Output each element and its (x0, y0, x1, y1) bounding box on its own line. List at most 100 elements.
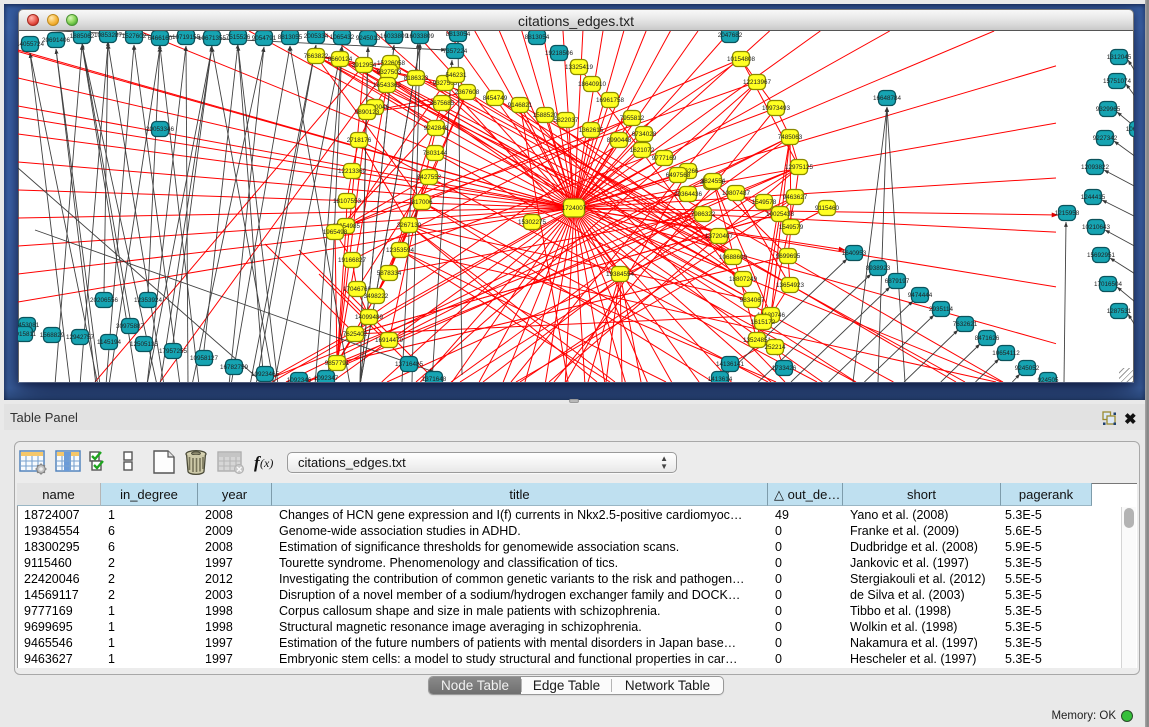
svg-text:2935114: 2935114 (929, 306, 954, 313)
svg-text:9857791: 9857791 (325, 360, 350, 367)
svg-text:6879197: 6879197 (885, 278, 910, 285)
svg-text:1413614: 1413614 (708, 376, 733, 382)
svg-text:19218506: 19218506 (545, 50, 574, 57)
svg-text:9245013: 9245013 (356, 35, 381, 42)
svg-text:14136141: 14136141 (716, 361, 745, 368)
svg-text:7803144: 7803144 (423, 150, 448, 157)
svg-text:10923465: 10923465 (251, 371, 280, 378)
svg-text:9329965: 9329965 (1096, 106, 1121, 113)
svg-text:1064877: 1064877 (1126, 126, 1134, 133)
svg-text:1092346: 1092346 (287, 377, 312, 382)
svg-text:12975125: 12975125 (785, 164, 814, 171)
svg-text:9245052: 9245052 (1015, 365, 1040, 372)
svg-text:10958127: 10958127 (190, 355, 219, 362)
svg-text:10807487: 10807487 (722, 190, 751, 197)
svg-text:1724007: 1724007 (562, 205, 587, 212)
svg-text:2047682: 2047682 (718, 32, 743, 39)
svg-text:19384554: 19384554 (606, 271, 635, 278)
svg-text:13720407: 13720407 (705, 233, 734, 240)
svg-text:(x): (x) (260, 456, 273, 470)
svg-text:16782759: 16782759 (220, 364, 249, 371)
svg-text:1092347: 1092347 (314, 375, 339, 382)
svg-text:10654112: 10654112 (992, 350, 1020, 357)
svg-text:8813054: 8813054 (446, 31, 471, 38)
svg-text:1733426: 1733426 (772, 365, 797, 372)
svg-text:7485063: 7485063 (778, 134, 803, 141)
svg-text:1362615: 1362615 (579, 127, 604, 134)
svg-text:8938923: 8938923 (866, 265, 891, 272)
svg-text:1287531: 1287531 (1107, 308, 1132, 315)
svg-text:10025438: 10025438 (766, 211, 795, 218)
svg-text:3675685: 3675685 (430, 100, 455, 107)
svg-text:18107553: 18107553 (333, 198, 362, 205)
svg-text:1965498: 1965498 (323, 229, 348, 236)
svg-text:1568829: 1568829 (40, 332, 65, 339)
svg-text:10719155: 10719155 (172, 34, 201, 41)
svg-text:3267130: 3267130 (397, 222, 422, 229)
svg-text:9890123: 9890123 (355, 109, 380, 116)
svg-text:19166827: 19166827 (338, 257, 367, 264)
svg-text:3824554: 3824554 (701, 178, 726, 185)
svg-text:17016504: 17016504 (1094, 281, 1123, 288)
svg-text:9115460: 9115460 (815, 205, 840, 212)
svg-text:7357224: 7357224 (443, 48, 468, 55)
svg-text:12942757: 12942757 (66, 334, 95, 341)
svg-text:9474444: 9474444 (908, 292, 933, 299)
svg-text:817006: 817006 (411, 199, 433, 206)
svg-text:7632621: 7632621 (953, 321, 978, 328)
svg-text:9699695: 9699695 (776, 253, 801, 260)
svg-text:924505: 924505 (1037, 377, 1059, 382)
svg-text:9327503: 9327503 (377, 69, 402, 76)
svg-text:16033809: 16033809 (380, 33, 409, 40)
svg-text:20206556: 20206556 (90, 297, 119, 304)
svg-text:17957255: 17957255 (159, 348, 188, 355)
svg-text:2718176: 2718176 (347, 137, 372, 144)
svg-text:3498222: 3498222 (364, 293, 389, 300)
svg-text:3915811: 3915811 (18, 331, 37, 338)
svg-text:16961758: 16961758 (596, 97, 625, 104)
svg-text:12353924: 12353924 (134, 297, 163, 304)
svg-text:14099489: 14099489 (355, 314, 384, 321)
svg-text:10671355: 10671355 (198, 35, 227, 42)
svg-text:1145194: 1145194 (97, 339, 122, 346)
svg-text:16914479: 16914479 (375, 337, 404, 344)
svg-text:7986322: 7986322 (691, 211, 716, 218)
svg-text:6497568: 6497568 (666, 172, 691, 179)
svg-text:8454749: 8454749 (483, 95, 508, 102)
svg-text:1244415: 1244415 (1081, 194, 1106, 201)
svg-text:18640910: 18640910 (578, 81, 607, 88)
svg-text:15302275: 15302275 (518, 219, 547, 226)
svg-text:13654923: 13654923 (776, 282, 805, 289)
svg-text:13716485: 13716485 (395, 361, 424, 368)
svg-text:10688609: 10688609 (719, 254, 748, 261)
svg-text:9146821: 9146821 (508, 102, 533, 109)
svg-text:12353594: 12353594 (386, 247, 415, 254)
svg-text:13325419: 13325419 (565, 64, 594, 71)
svg-text:7955812: 7955812 (620, 115, 645, 122)
svg-text:1640953: 1640953 (842, 250, 867, 257)
svg-text:1215958: 1215958 (1055, 210, 1080, 217)
svg-text:10210643: 10210643 (1082, 224, 1111, 231)
svg-text:2367608: 2367608 (455, 89, 480, 96)
svg-text:20364436: 20364436 (674, 191, 703, 198)
svg-text:8990448: 8990448 (607, 137, 632, 144)
svg-text:18807249: 18807249 (729, 276, 758, 283)
svg-text:10853287: 10853287 (94, 32, 123, 39)
svg-text:15692951: 15692951 (1087, 252, 1116, 259)
svg-text:9054791: 9054791 (252, 35, 277, 42)
svg-text:1885062: 1885062 (70, 33, 95, 40)
svg-text:8186323: 8186323 (404, 75, 429, 82)
svg-text:20691406: 20691406 (42, 37, 71, 44)
svg-text:3912954: 3912954 (352, 62, 377, 69)
svg-text:6734028: 6734028 (632, 131, 657, 138)
svg-text:8813055: 8813055 (278, 34, 303, 41)
svg-text:5878334: 5878334 (377, 270, 402, 277)
svg-text:9227342: 9227342 (1093, 135, 1118, 142)
svg-text:9242848: 9242848 (424, 125, 449, 132)
svg-text:9463627: 9463627 (783, 194, 808, 201)
svg-text:14055724: 14055724 (18, 41, 44, 48)
svg-text:12213967: 12213967 (743, 79, 772, 86)
svg-text:8660124: 8660124 (328, 56, 353, 63)
svg-text:15751074: 15751074 (1103, 78, 1132, 85)
svg-text:10973493: 10973493 (762, 105, 791, 112)
